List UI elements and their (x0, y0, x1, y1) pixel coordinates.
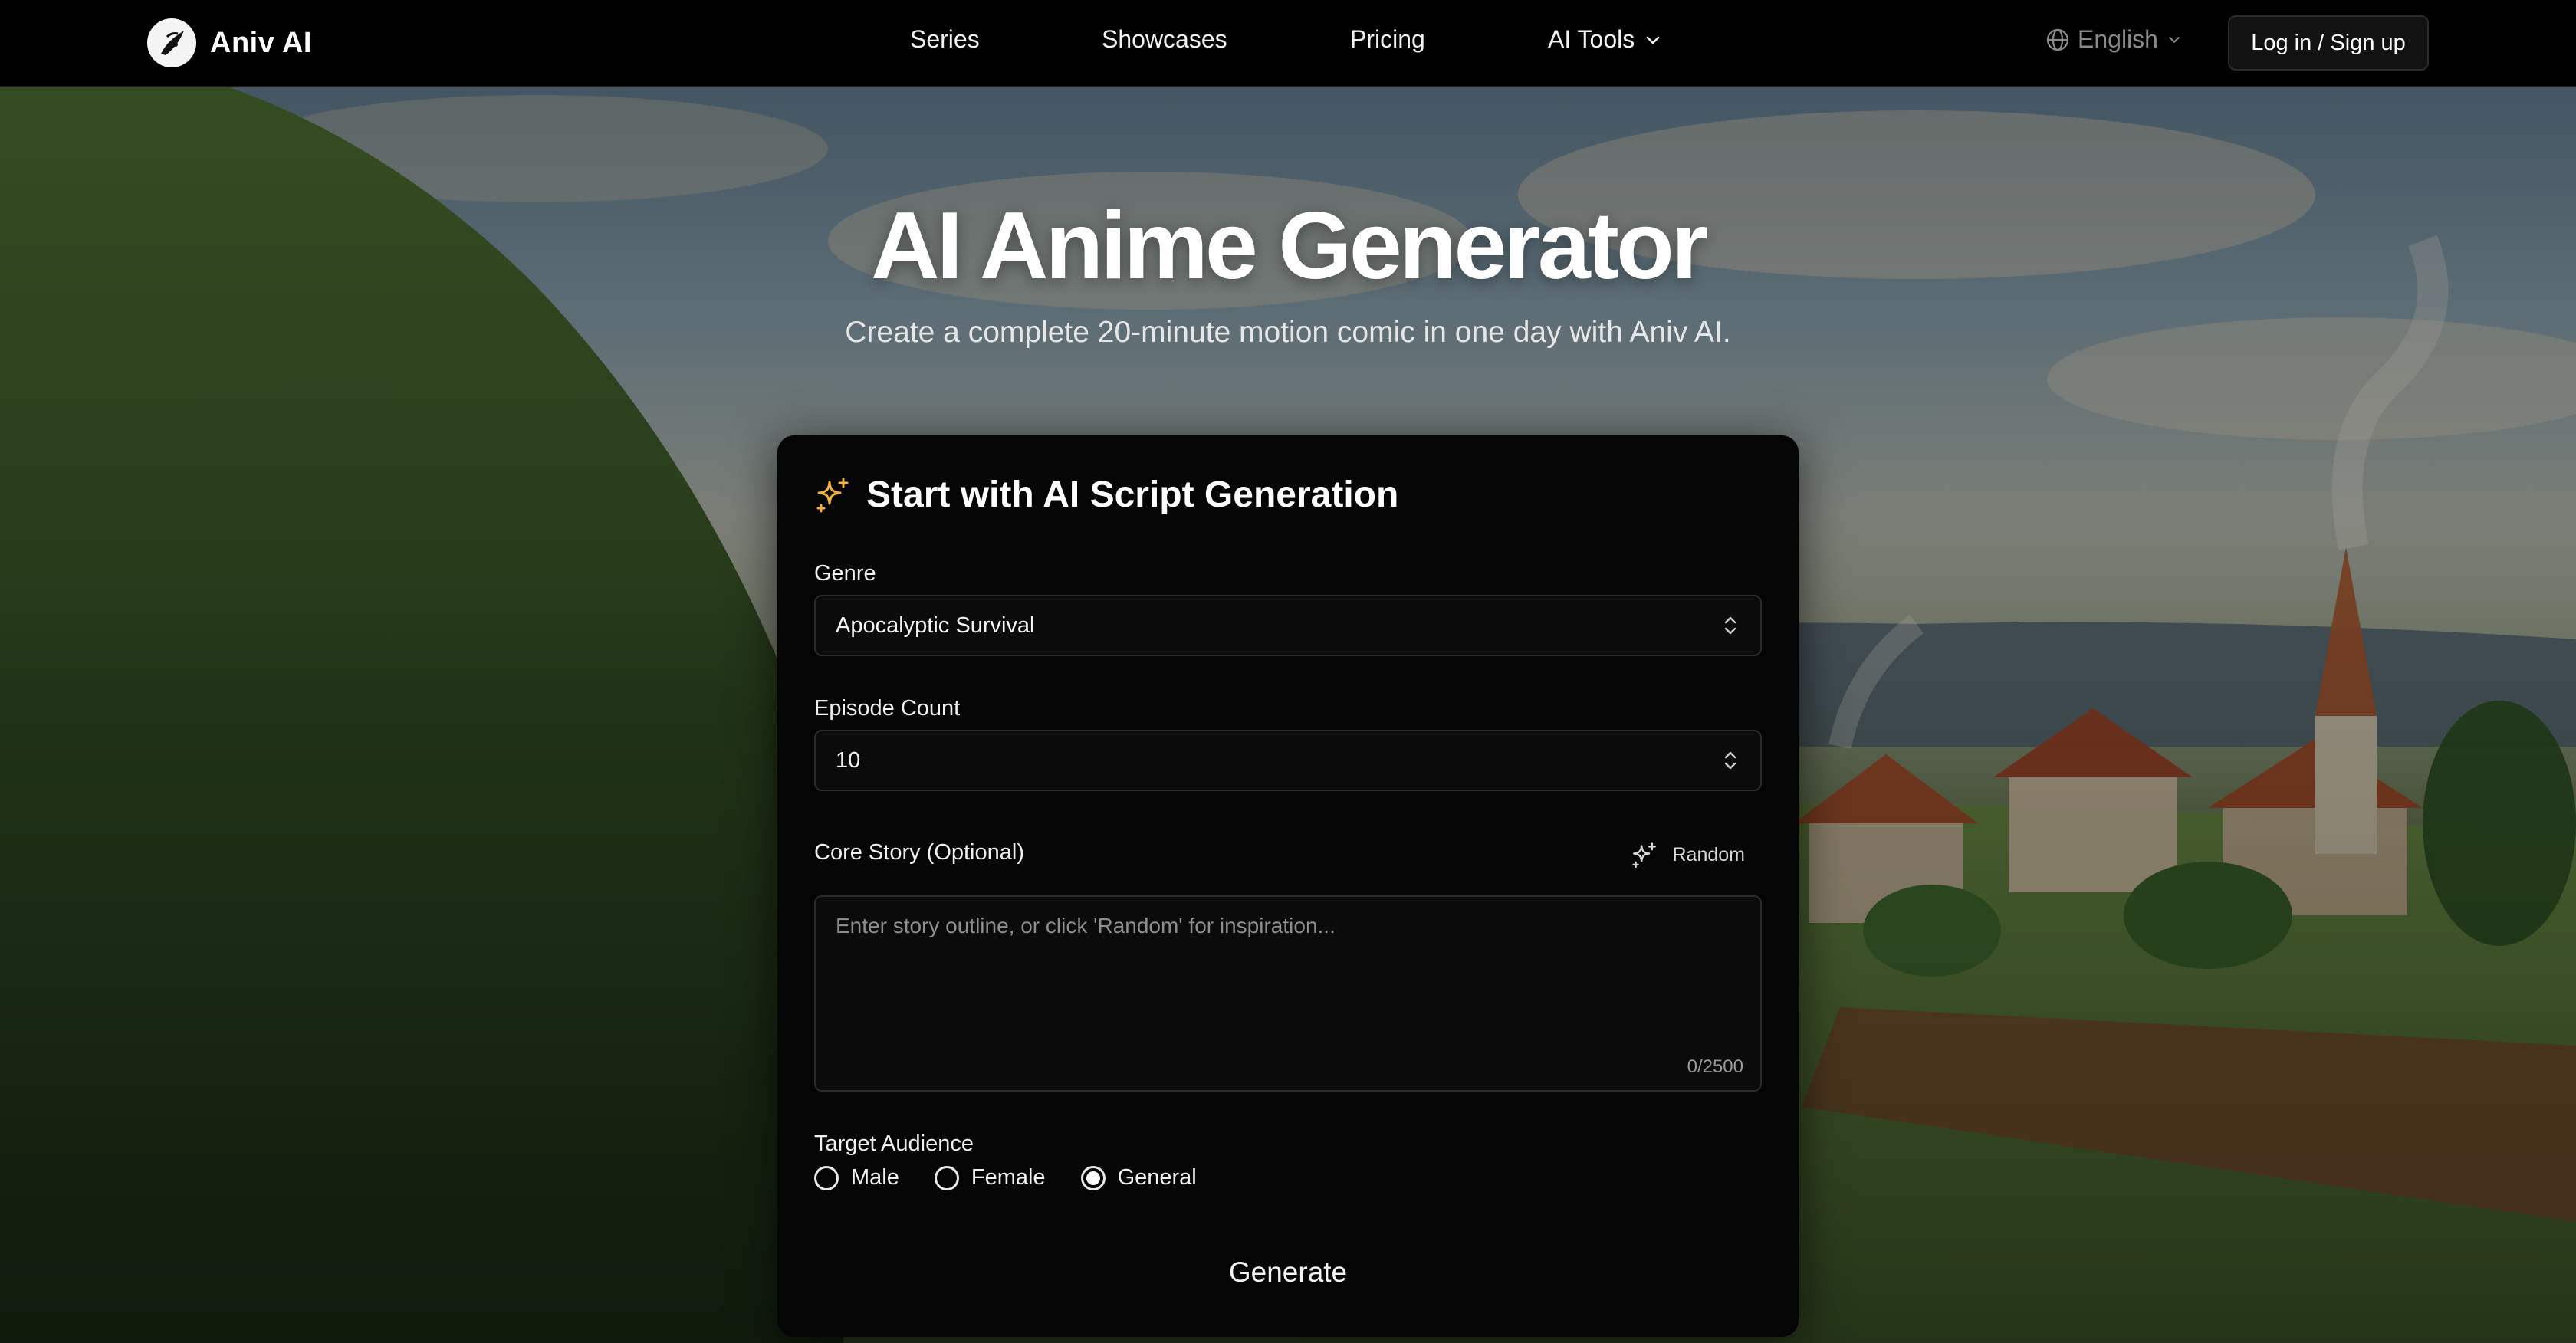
globe-icon (2046, 28, 2069, 51)
episode-count-value: 10 (836, 747, 861, 773)
chevron-down-icon (1646, 36, 1660, 44)
radio-selected-dot (1086, 1171, 1100, 1185)
character-counter: 0/2500 (1687, 1056, 1743, 1077)
radio-female-label: Female (971, 1165, 1046, 1190)
generate-button[interactable]: Generate (814, 1242, 1762, 1303)
genre-value: Apocalyptic Survival (836, 612, 1035, 638)
sparkles-icon (1631, 842, 1656, 869)
nav-showcases[interactable]: Showcases (1102, 25, 1227, 54)
login-signup-button[interactable]: Log in / Sign up (2228, 15, 2429, 71)
radio-female[interactable]: Female (934, 1165, 1046, 1190)
target-audience-label: Target Audience (814, 1131, 974, 1156)
random-label: Random (1672, 843, 1746, 865)
core-story-textarea[interactable]: Enter story outline, or click 'Random' f… (814, 895, 1762, 1092)
page-title: AI Anime Generator (871, 193, 1708, 299)
main-nav: Series Showcases Pricing AI Tools (0, 0, 2576, 83)
nav-ai-tools[interactable]: AI Tools (1548, 25, 1662, 54)
nav-pricing[interactable]: Pricing (1350, 25, 1425, 54)
nav-pricing-label: Pricing (1350, 25, 1425, 53)
nav-showcases-label: Showcases (1102, 25, 1227, 53)
radio-male[interactable]: Male (814, 1165, 899, 1190)
radio-general-circle[interactable] (1080, 1165, 1106, 1190)
chevron-updown-icon (1724, 751, 1737, 770)
card-title-label: Start with AI Script Generation (866, 474, 1399, 515)
nav-ai-tools-label: AI Tools (1548, 25, 1635, 53)
top-navbar: Aniv AI Series Showcases Pricing AI Tool… (0, 0, 2576, 87)
episode-count-label: Episode Count (814, 696, 961, 721)
radio-general-label: General (1117, 1165, 1197, 1190)
sparkles-icon (816, 478, 849, 512)
nav-series-label: Series (910, 25, 980, 53)
radio-general[interactable]: General (1080, 1165, 1197, 1190)
card-title: Start with AI Script Generation (814, 474, 1398, 516)
target-audience-radio-group: Male Female General (814, 1165, 1232, 1190)
core-story-label: Core Story (Optional) (814, 840, 1024, 865)
script-generation-card: Start with AI Script Generation Genre Ap… (777, 435, 1799, 1337)
radio-male-circle[interactable] (814, 1165, 839, 1190)
genre-select[interactable]: Apocalyptic Survival (814, 595, 1762, 656)
page-subtitle: Create a complete 20-minute motion comic… (845, 316, 1731, 349)
genre-label: Genre (814, 561, 876, 586)
chevron-updown-icon (1724, 616, 1737, 635)
core-story-placeholder: Enter story outline, or click 'Random' f… (836, 914, 1336, 937)
random-button[interactable]: Random (1630, 840, 1746, 869)
language-label: English (2078, 25, 2158, 53)
radio-female-circle[interactable] (934, 1165, 959, 1190)
episode-count-select[interactable]: 10 (814, 730, 1762, 791)
nav-series[interactable]: Series (910, 25, 980, 54)
chevron-down-icon (2169, 36, 2180, 43)
language-selector[interactable]: English (2045, 25, 2183, 54)
radio-male-label: Male (851, 1165, 899, 1190)
